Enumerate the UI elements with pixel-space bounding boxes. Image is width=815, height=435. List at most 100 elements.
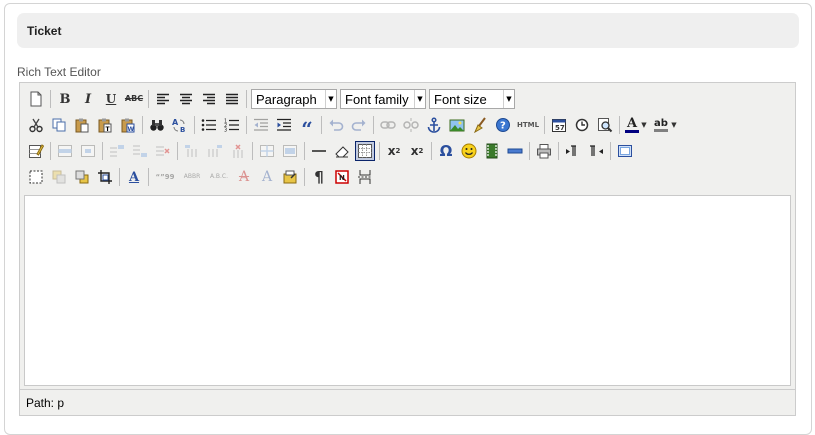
editor-status-bar: Path: p xyxy=(20,389,795,416)
cut-button[interactable] xyxy=(26,115,46,135)
replace-icon: AB xyxy=(172,118,185,133)
redo-button[interactable] xyxy=(349,115,369,135)
numbered-list-button[interactable]: 123 xyxy=(222,115,242,135)
format-select[interactable]: Paragraph ▼ xyxy=(251,89,337,109)
subscript-button[interactable]: x2 xyxy=(384,141,404,161)
copy-button[interactable] xyxy=(49,115,69,135)
underline-button[interactable]: U xyxy=(101,89,121,109)
page-break-button[interactable] xyxy=(355,167,375,187)
visual-chars-button[interactable]: ¶ xyxy=(309,167,329,187)
copy-icon xyxy=(52,118,66,132)
insert-table-button[interactable] xyxy=(26,141,46,161)
blockquote-button[interactable]: “ xyxy=(297,115,317,139)
insert-date-button[interactable]: 57 xyxy=(549,115,569,135)
help-button[interactable]: ? xyxy=(493,115,513,135)
superscript-mark: 2 xyxy=(418,146,424,155)
acronym-button[interactable]: A.B.C. xyxy=(207,167,231,187)
toolbar-separator xyxy=(50,90,51,108)
advanced-hr-button[interactable] xyxy=(505,141,525,161)
delete-col-button[interactable] xyxy=(228,141,248,161)
chevron-down-icon: ▼ xyxy=(503,90,514,108)
visual-aid-icon xyxy=(358,144,372,158)
forecolor-button[interactable]: A xyxy=(624,115,640,135)
non-breaking-button[interactable]: N xyxy=(332,167,352,187)
cleanup-button[interactable] xyxy=(470,115,490,135)
image-button[interactable] xyxy=(447,115,467,135)
undo-button[interactable] xyxy=(326,115,346,135)
superscript-base: x xyxy=(410,144,419,158)
preview-button[interactable] xyxy=(595,115,615,135)
backcolor-dropdown[interactable]: ▼ xyxy=(670,115,678,135)
align-center-button[interactable] xyxy=(176,89,196,109)
emoticon-button[interactable] xyxy=(459,141,479,161)
style-props-button[interactable]: A xyxy=(124,167,144,187)
font-family-select[interactable]: Font family ▼ xyxy=(340,89,426,109)
ltr-button[interactable] xyxy=(563,141,583,161)
absolute-position-button[interactable] xyxy=(95,167,115,187)
unlink-icon xyxy=(403,118,419,132)
move-backward-button[interactable] xyxy=(72,167,92,187)
editor-content-area[interactable] xyxy=(24,195,791,386)
align-left-button[interactable] xyxy=(153,89,173,109)
paste-button[interactable] xyxy=(72,115,92,135)
print-icon xyxy=(537,144,551,159)
visual-aid-button[interactable] xyxy=(355,141,375,161)
outdent-button[interactable] xyxy=(251,115,271,135)
move-forward-button[interactable] xyxy=(49,167,69,187)
bold-button[interactable]: B xyxy=(55,89,75,109)
table-row-icon xyxy=(58,145,72,157)
font-size-select[interactable]: Font size ▼ xyxy=(429,89,515,109)
print-button[interactable] xyxy=(534,141,554,161)
forecolor-dropdown[interactable]: ▼ xyxy=(640,115,648,135)
toolbar-separator xyxy=(431,142,432,160)
media-button[interactable] xyxy=(482,141,502,161)
align-justify-button[interactable] xyxy=(222,89,242,109)
split-cells-button[interactable] xyxy=(257,141,277,161)
col-before-button[interactable] xyxy=(182,141,202,161)
link-button[interactable] xyxy=(378,115,398,135)
align-right-button[interactable] xyxy=(199,89,219,109)
backcolor-button[interactable]: ab xyxy=(652,115,670,135)
subscript-mark: 2 xyxy=(395,146,401,155)
replace-button[interactable]: AB xyxy=(170,115,190,135)
abbr-button[interactable]: ABBR xyxy=(180,167,204,187)
delete-text-button[interactable]: A xyxy=(234,167,254,187)
strikethrough-button[interactable]: ABC xyxy=(124,89,144,109)
unlink-button[interactable] xyxy=(401,115,421,135)
paste-text-icon: T xyxy=(98,118,112,133)
row-props-button[interactable] xyxy=(55,141,75,161)
link-icon xyxy=(380,121,396,129)
superscript-button[interactable]: x2 xyxy=(407,141,427,161)
rtl-button[interactable] xyxy=(586,141,606,161)
bullet-list-button[interactable] xyxy=(199,115,219,135)
remove-format-button[interactable] xyxy=(332,141,352,161)
numbered-list-icon: 123 xyxy=(224,119,239,132)
charmap-button[interactable]: Ω xyxy=(436,141,456,161)
col-after-button[interactable] xyxy=(205,141,225,161)
toolbar-separator xyxy=(619,116,620,134)
paste-word-button[interactable]: W xyxy=(118,115,138,135)
path-element-link[interactable]: p xyxy=(57,396,64,410)
insert-layer-button[interactable] xyxy=(26,167,46,187)
toolbar-separator xyxy=(558,142,559,160)
insert-time-button[interactable] xyxy=(572,115,592,135)
paste-text-button[interactable]: T xyxy=(95,115,115,135)
toolbar-separator xyxy=(304,168,305,186)
italic-button[interactable]: I xyxy=(78,89,98,109)
undo-icon xyxy=(329,119,344,131)
new-document-button[interactable] xyxy=(26,89,46,109)
fullscreen-button[interactable] xyxy=(615,141,635,161)
cite-button[interactable]: “”99 xyxy=(153,167,177,187)
insert-text-button[interactable]: A xyxy=(257,167,277,187)
merge-cells-button[interactable] xyxy=(280,141,300,161)
row-before-button[interactable] xyxy=(107,141,127,161)
search-button[interactable] xyxy=(147,115,167,135)
html-source-button[interactable]: HTML xyxy=(516,115,540,135)
delete-row-button[interactable] xyxy=(153,141,173,161)
horizontal-rule-button[interactable] xyxy=(309,141,329,161)
cell-props-button[interactable] xyxy=(78,141,98,161)
indent-button[interactable] xyxy=(274,115,294,135)
anchor-button[interactable] xyxy=(424,115,444,135)
attributes-button[interactable] xyxy=(280,167,300,187)
row-after-button[interactable] xyxy=(130,141,150,161)
